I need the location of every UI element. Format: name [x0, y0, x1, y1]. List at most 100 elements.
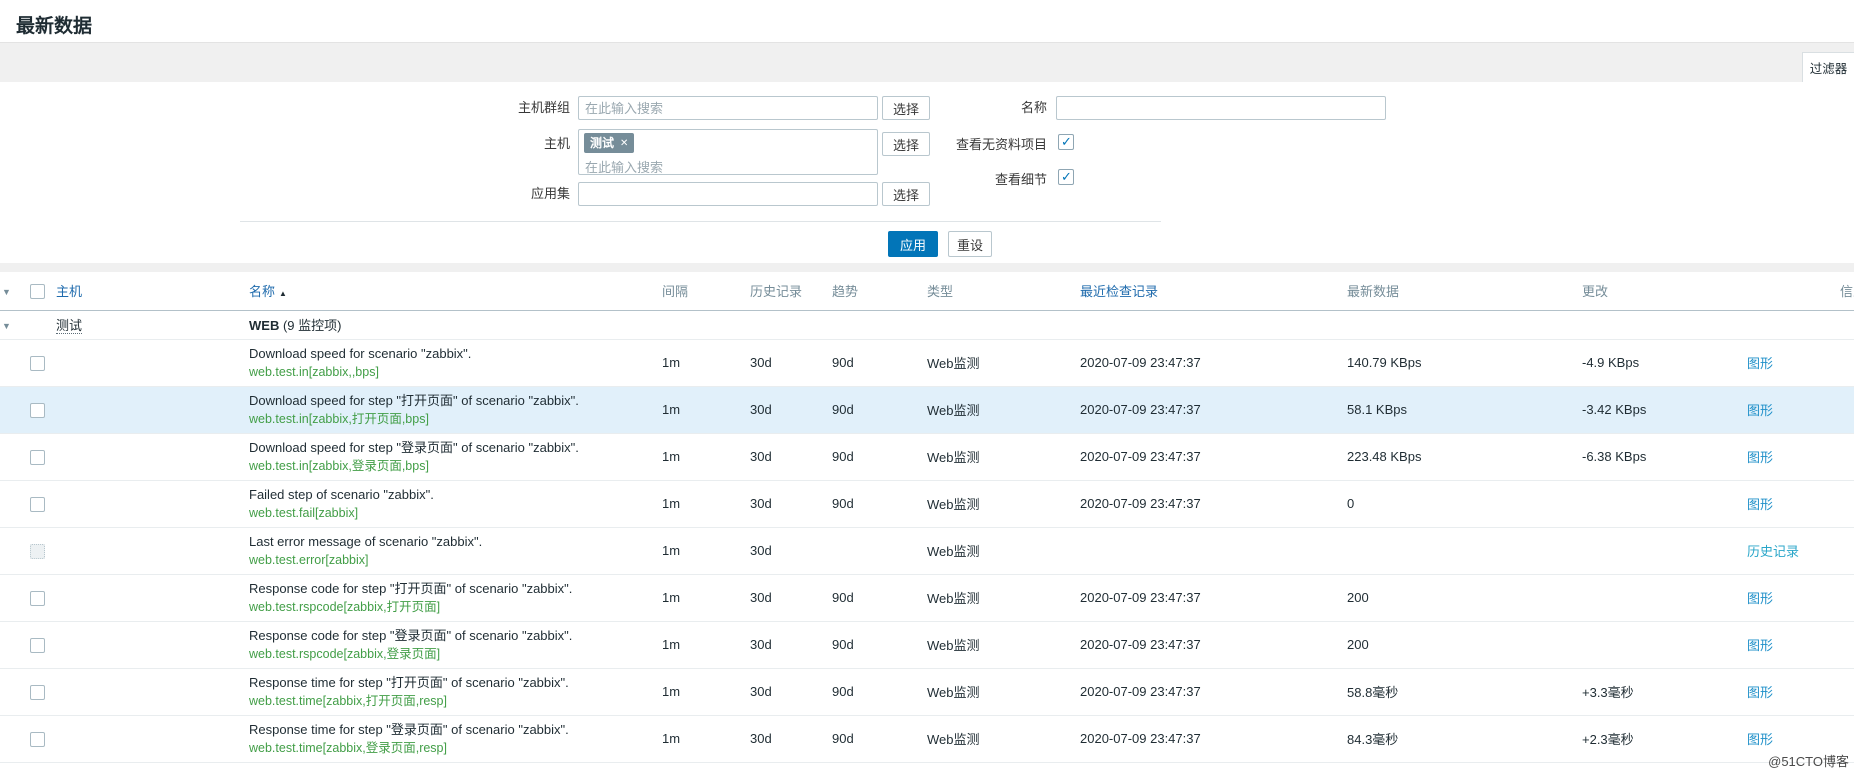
interval-cell: 1m — [660, 574, 748, 621]
history-cell: 30d — [748, 527, 830, 574]
header-last-check[interactable]: 最近检查记录 — [1078, 272, 1345, 310]
header-host[interactable]: 主机 — [54, 272, 247, 310]
header-history: 历史记录 — [748, 272, 830, 310]
graph-link[interactable]: 图形 — [1747, 591, 1773, 606]
item-key: web.test.time[zabbix,打开页面,resp] — [249, 694, 658, 709]
row-checkbox[interactable] — [30, 403, 45, 418]
row-checkbox[interactable] — [30, 356, 45, 371]
latest-data-table: 主机 名称 间隔 历史记录 趋势 类型 最近检查记录 最新数据 更改 信息 测试… — [0, 272, 1854, 763]
last-check-cell: 2020-07-09 23:47:37 — [1078, 386, 1345, 433]
trend-cell: 90d — [830, 574, 925, 621]
item-key: web.test.in[zabbix,,bps] — [249, 365, 658, 380]
change-cell: -3.42 KBps — [1580, 386, 1745, 433]
type-cell: Web监测 — [925, 433, 1078, 480]
header-type: 类型 — [925, 272, 1078, 310]
latest-value-cell: 200 — [1345, 574, 1580, 621]
latest-value-cell: 0 — [1345, 480, 1580, 527]
host-chip-label: 测试 — [590, 136, 614, 150]
last-check-cell: 2020-07-09 23:47:37 — [1078, 715, 1345, 762]
apply-button[interactable]: 应用 — [888, 231, 938, 257]
reset-button[interactable]: 重设 — [948, 231, 992, 257]
change-cell: +2.3毫秒 — [1580, 715, 1745, 762]
history-cell: 30d — [748, 433, 830, 480]
host-input-placeholder: 在此输入搜索 — [584, 157, 872, 176]
show-details-label: 查看细节 — [897, 168, 1047, 192]
last-check-cell: 2020-07-09 23:47:37 — [1078, 339, 1345, 386]
change-cell — [1580, 480, 1745, 527]
application-label: 应用集 — [470, 182, 570, 206]
history-link[interactable]: 历史记录 — [1747, 544, 1799, 559]
select-all-checkbox[interactable] — [30, 284, 45, 299]
filter-tab[interactable]: 过滤器 — [1802, 52, 1854, 82]
graph-link[interactable]: 图形 — [1747, 356, 1773, 371]
graph-link[interactable]: 图形 — [1747, 450, 1773, 465]
history-cell: 30d — [748, 574, 830, 621]
item-key: web.test.in[zabbix,登录页面,bps] — [249, 459, 658, 474]
last-check-cell: 2020-07-09 23:47:37 — [1078, 480, 1345, 527]
header-trend: 趋势 — [830, 272, 925, 310]
change-cell: -4.9 KBps — [1580, 339, 1745, 386]
group-row: 测试 WEB (9 监控项) — [0, 310, 1854, 339]
interval-cell: 1m — [660, 668, 748, 715]
host-multiselect[interactable]: 测试 在此输入搜索 — [578, 129, 878, 175]
interval-cell: 1m — [660, 386, 748, 433]
collapse-all-icon[interactable] — [2, 283, 11, 298]
row-checkbox[interactable] — [30, 638, 45, 653]
graph-link[interactable]: 图形 — [1747, 732, 1773, 747]
graph-link[interactable]: 图形 — [1747, 685, 1773, 700]
header-latest-value: 最新数据 — [1345, 272, 1580, 310]
history-cell: 30d — [748, 668, 830, 715]
header-name[interactable]: 名称 — [247, 272, 660, 310]
row-checkbox-disabled — [30, 544, 45, 559]
type-cell: Web监测 — [925, 527, 1078, 574]
host-link[interactable]: 测试 — [56, 318, 82, 334]
graph-link[interactable]: 图形 — [1747, 638, 1773, 653]
item-name: Download speed for step "登录页面" of scenar… — [249, 440, 658, 456]
change-cell — [1580, 574, 1745, 621]
name-label: 名称 — [897, 96, 1047, 120]
item-name: Response code for step "打开页面" of scenari… — [249, 581, 658, 597]
row-checkbox[interactable] — [30, 497, 45, 512]
row-checkbox[interactable] — [30, 732, 45, 747]
change-cell — [1580, 527, 1745, 574]
latest-data-page: 最新数据 过滤器 主机群组 选择 主机 测试 在此输入搜索 选择 应用集 选择 … — [0, 0, 1854, 777]
last-check-cell: 2020-07-09 23:47:37 — [1078, 621, 1345, 668]
filter-divider — [240, 221, 1161, 222]
show-without-data-checkbox[interactable] — [1058, 134, 1074, 150]
name-input[interactable] — [1056, 96, 1386, 120]
show-details-checkbox[interactable] — [1058, 169, 1074, 185]
item-name: Download speed for scenario "zabbix". — [249, 346, 658, 362]
item-key: web.test.time[zabbix,登录页面,resp] — [249, 741, 658, 756]
latest-value-cell — [1345, 527, 1580, 574]
item-key: web.test.error[zabbix] — [249, 553, 658, 568]
show-without-data-label: 查看无资料项目 — [860, 133, 1047, 157]
chip-remove-icon[interactable] — [620, 135, 628, 151]
application-input[interactable] — [578, 182, 878, 206]
latest-value-cell: 200 — [1345, 621, 1580, 668]
graph-link[interactable]: 图形 — [1747, 403, 1773, 418]
history-cell: 30d — [748, 480, 830, 527]
interval-cell: 1m — [660, 480, 748, 527]
change-cell: -6.38 KBps — [1580, 433, 1745, 480]
type-cell: Web监测 — [925, 386, 1078, 433]
host-group-input[interactable] — [578, 96, 878, 120]
item-name: Failed step of scenario "zabbix". — [249, 487, 658, 503]
type-cell: Web监测 — [925, 574, 1078, 621]
row-checkbox[interactable] — [30, 685, 45, 700]
item-name: Response code for step "登录页面" of scenari… — [249, 628, 658, 644]
group-collapse-icon[interactable] — [2, 317, 11, 332]
item-name: Response time for step "打开页面" of scenari… — [249, 675, 658, 691]
row-checkbox[interactable] — [30, 450, 45, 465]
type-cell: Web监测 — [925, 715, 1078, 762]
latest-value-cell: 84.3毫秒 — [1345, 715, 1580, 762]
sort-asc-icon — [279, 284, 287, 299]
title-bar: 最新数据 — [0, 0, 1854, 42]
interval-cell: 1m — [660, 339, 748, 386]
row-checkbox[interactable] — [30, 591, 45, 606]
graph-link[interactable]: 图形 — [1747, 497, 1773, 512]
item-key: web.test.in[zabbix,打开页面,bps] — [249, 412, 658, 427]
last-check-cell: 2020-07-09 23:47:37 — [1078, 668, 1345, 715]
header-change: 更改 — [1580, 272, 1745, 310]
host-group-label: 主机群组 — [420, 96, 570, 120]
change-cell: +3.3毫秒 — [1580, 668, 1745, 715]
